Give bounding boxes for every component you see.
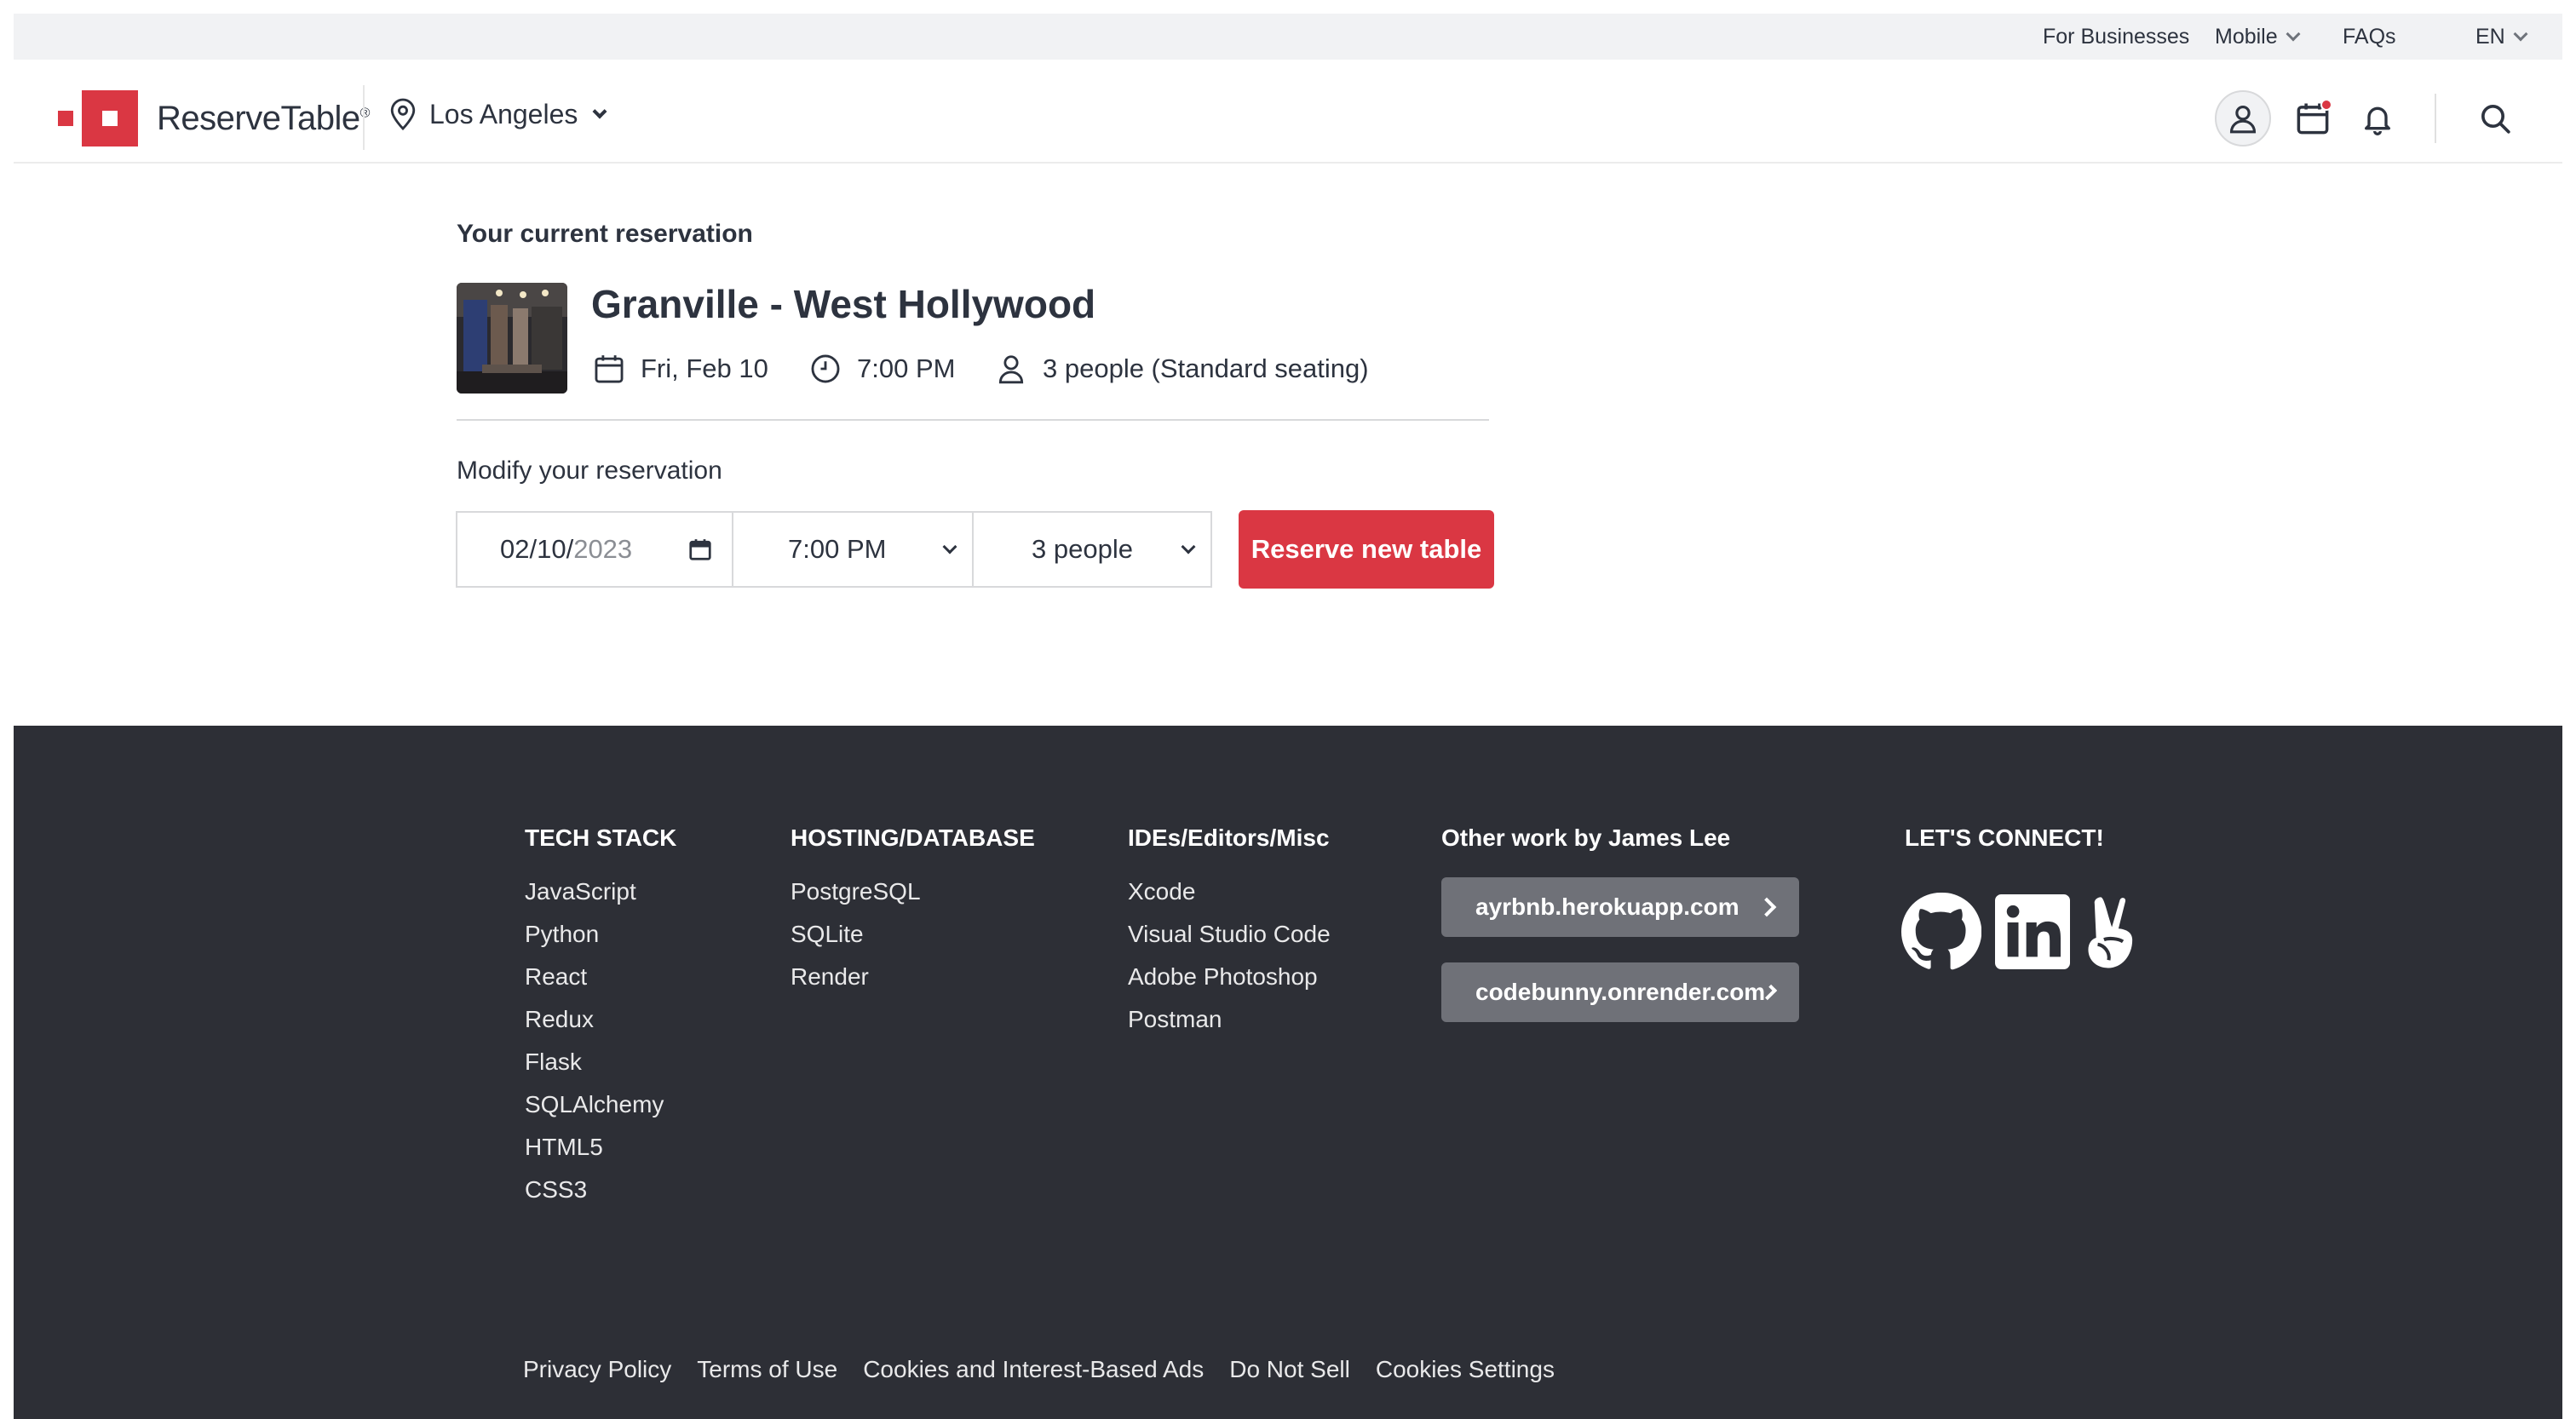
linkedin-icon[interactable]: [1995, 894, 2070, 969]
faqs-link[interactable]: FAQs: [2343, 20, 2396, 53]
footer-item: PostgreSQL: [791, 878, 921, 905]
for-businesses-link[interactable]: For Businesses: [2043, 20, 2189, 53]
calendar-picker-icon[interactable]: [687, 537, 713, 562]
footer-item: Adobe Photoshop: [1128, 963, 1318, 990]
angellist-icon[interactable]: [2084, 891, 2143, 973]
logo-mark-small: [58, 111, 73, 126]
chevron-down-icon: [2513, 26, 2528, 42]
footer-column-hosting: HOSTING/DATABASE PostgreSQL SQLite Rende…: [791, 824, 1035, 1005]
footer-heading: LET'S CONNECT!: [1905, 824, 2104, 851]
reservation-time-text: 7:00 PM: [857, 353, 956, 383]
social-links: [1900, 891, 2143, 973]
chevron-down-icon: [592, 104, 607, 119]
link-label: codebunny.onrender.com: [1475, 979, 1766, 1005]
do-not-sell-link[interactable]: Do Not Sell: [1229, 1356, 1350, 1383]
date-input[interactable]: 02/10/2023: [456, 511, 733, 588]
chevron-right-icon: [1757, 897, 1777, 917]
language-label: EN: [2475, 25, 2505, 49]
page-frame: For Businesses Mobile FAQs EN ReserveTab…: [14, 14, 2562, 1419]
modify-reservation-label: Modify your reservation: [457, 457, 722, 485]
for-businesses-label: For Businesses: [2043, 25, 2190, 49]
notification-dot: [2320, 99, 2332, 111]
reservation-party: 3 people (Standard seating): [995, 353, 1369, 385]
footer-column-ides: IDEs/Editors/Misc Xcode Visual Studio Co…: [1128, 824, 1331, 1048]
utility-bar: For Businesses Mobile FAQs EN: [14, 14, 2562, 60]
location-label: Los Angeles: [429, 98, 578, 129]
faqs-label: FAQs: [2343, 25, 2396, 49]
footer-heading: TECH STACK: [525, 824, 677, 851]
privacy-policy-link[interactable]: Privacy Policy: [523, 1356, 671, 1383]
footer-item: React: [525, 963, 588, 990]
section-divider: [457, 419, 1489, 421]
footer-column-other-work: Other work by James Lee ayrbnb.herokuapp…: [1441, 824, 1799, 1048]
footer-item: Xcode: [1128, 878, 1196, 905]
search-icon: [2481, 105, 2510, 134]
reservation-date-text: Fri, Feb 10: [641, 353, 768, 383]
chevron-down-icon: [1181, 539, 1196, 554]
footer-heading: Other work by James Lee: [1441, 824, 1731, 851]
restaurant-name[interactable]: Granville - West Hollywood: [591, 281, 1095, 327]
time-select[interactable]: 7:00 PM: [732, 511, 974, 588]
footer-item: CSS3: [525, 1176, 588, 1203]
chevron-down-icon: [2286, 26, 2301, 42]
cookies-ads-link[interactable]: Cookies and Interest-Based Ads: [863, 1356, 1204, 1383]
footer-item: JavaScript: [525, 878, 636, 905]
party-size-value: 3 people: [1032, 534, 1133, 564]
date-input-value: 02/10/: [500, 534, 574, 564]
header-divider: [363, 85, 365, 150]
footer-item: Visual Studio Code: [1128, 921, 1331, 947]
reservations-button[interactable]: [2285, 90, 2341, 146]
brand-name: ReserveTable®: [157, 99, 370, 137]
footer-bottom-links: Privacy Policy Terms of Use Cookies and …: [523, 1356, 1555, 1383]
reserve-new-table-button[interactable]: Reserve new table: [1239, 510, 1494, 589]
footer-item: HTML5: [525, 1134, 603, 1160]
notifications-button[interactable]: [2349, 90, 2406, 146]
footer-heading: HOSTING/DATABASE: [791, 824, 1035, 851]
mobile-menu[interactable]: Mobile: [2215, 20, 2301, 53]
footer-heading: IDEs/Editors/Misc: [1128, 824, 1330, 851]
reservation-date: Fri, Feb 10: [593, 353, 768, 385]
footer-item: Redux: [525, 1006, 594, 1032]
footer-column-connect: LET'S CONNECT!: [1905, 824, 2104, 877]
clock-icon: [811, 354, 840, 383]
logo[interactable]: ReserveTable®: [58, 90, 370, 146]
footer-item: Flask: [525, 1048, 582, 1075]
time-select-value: 7:00 PM: [788, 534, 887, 564]
github-icon[interactable]: [1900, 891, 1981, 973]
footer-item: SQLAlchemy: [525, 1091, 664, 1117]
footer-item: Render: [791, 963, 869, 990]
calendar-icon: [595, 355, 624, 383]
ayrbnb-link-button[interactable]: ayrbnb.herokuapp.com: [1441, 877, 1799, 937]
profile-button[interactable]: [2215, 90, 2271, 146]
restaurant-photo[interactable]: [457, 283, 567, 394]
search-button[interactable]: [2467, 90, 2523, 146]
footer-item: Postman: [1128, 1006, 1222, 1032]
language-menu[interactable]: EN: [2475, 20, 2528, 53]
cookies-settings-link[interactable]: Cookies Settings: [1376, 1356, 1555, 1383]
reservation-party-text: 3 people (Standard seating): [1043, 353, 1369, 383]
person-icon: [998, 355, 1024, 384]
footer-column-tech-stack: TECH STACK JavaScript Python React Redux…: [525, 824, 676, 1218]
map-pin-icon: [390, 98, 416, 131]
footer: TECH STACK JavaScript Python React Redux…: [14, 726, 2562, 1419]
current-reservation-label: Your current reservation: [457, 220, 753, 248]
reservation-time: 7:00 PM: [809, 353, 955, 385]
party-size-select[interactable]: 3 people: [972, 511, 1212, 588]
header-icon-divider: [2435, 94, 2436, 143]
codebunny-link-button[interactable]: codebunny.onrender.com: [1441, 962, 1799, 1022]
bell-icon: [2365, 106, 2390, 135]
main-header: ReserveTable® Los Angeles: [14, 60, 2562, 164]
chevron-down-icon: [942, 539, 957, 554]
logo-mark: [82, 90, 138, 146]
mobile-label: Mobile: [2215, 25, 2278, 49]
footer-item: SQLite: [791, 921, 864, 947]
terms-of-use-link[interactable]: Terms of Use: [697, 1356, 837, 1383]
date-input-year: 2023: [573, 534, 633, 564]
footer-item: Python: [525, 921, 600, 947]
link-label: ayrbnb.herokuapp.com: [1475, 893, 1739, 920]
location-selector[interactable]: Los Angeles: [388, 97, 607, 131]
profile-icon: [2229, 105, 2257, 134]
